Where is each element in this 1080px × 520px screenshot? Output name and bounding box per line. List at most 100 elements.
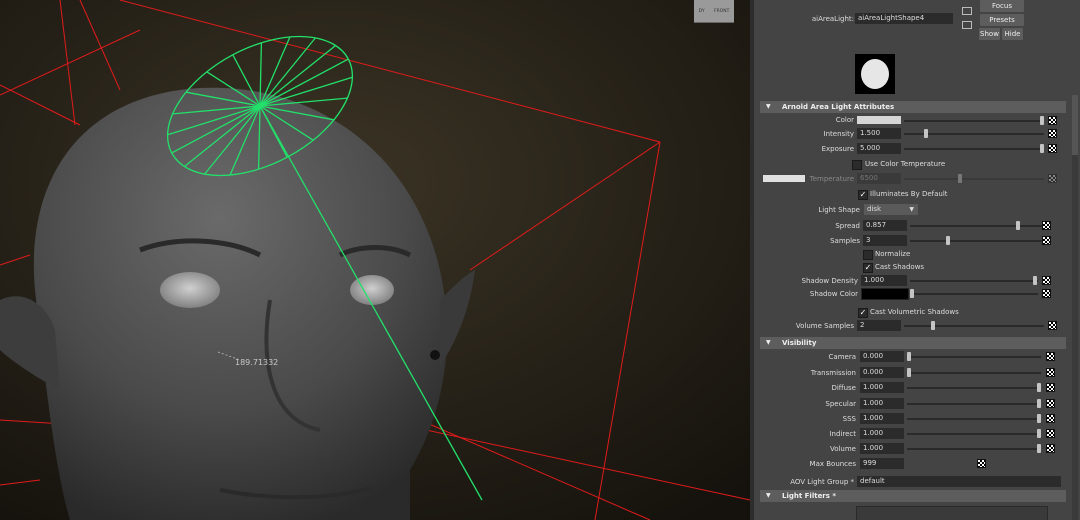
- temperature-label: Temperature: [809, 175, 854, 183]
- specular-slider-handle[interactable]: [1037, 399, 1041, 408]
- color-slider-handle[interactable]: [1040, 116, 1044, 125]
- camera-slider-handle[interactable]: [907, 352, 911, 361]
- volume-field[interactable]: 1.000: [860, 443, 904, 454]
- volume-samples-slider-handle[interactable]: [931, 321, 935, 330]
- exposure-slider-track[interactable]: [904, 148, 1044, 150]
- indirect-slider-track[interactable]: [907, 433, 1041, 435]
- presets-button[interactable]: Presets: [980, 14, 1024, 26]
- transmission-slider-handle[interactable]: [907, 368, 911, 377]
- exposure-label: Exposure: [821, 145, 854, 153]
- light-shape-dropdown[interactable]: disk ▼: [864, 204, 918, 215]
- focus-button[interactable]: Focus: [980, 0, 1024, 12]
- cast-shadows-checkbox[interactable]: ✓: [863, 263, 873, 273]
- spread-field[interactable]: 0.857: [863, 220, 907, 231]
- max-bounces-field[interactable]: 999: [860, 458, 904, 469]
- normalize-checkbox[interactable]: [863, 250, 873, 260]
- light-filters-list[interactable]: [856, 506, 1048, 520]
- shadow-color-slider-handle[interactable]: [910, 289, 914, 298]
- volume-label: Volume: [829, 445, 856, 453]
- shadow-density-slider-track[interactable]: [910, 280, 1038, 282]
- indirect-map-button-icon[interactable]: [1046, 429, 1055, 438]
- panel-scrollbar[interactable]: [1072, 95, 1078, 520]
- aov-light-group-field[interactable]: default: [857, 476, 1061, 487]
- cast-volumetric-shadows-label: Cast Volumetric Shadows: [870, 308, 959, 316]
- camera-map-button-icon[interactable]: [1046, 352, 1055, 361]
- transmission-field[interactable]: 0.000: [860, 367, 904, 378]
- max-bounces-label: Max Bounces: [809, 460, 856, 468]
- show-button[interactable]: Show: [979, 28, 1000, 40]
- color-slider-track[interactable]: [904, 120, 1044, 122]
- use-color-temperature-checkbox[interactable]: [852, 160, 862, 170]
- volume-samples-field[interactable]: 2: [857, 320, 901, 331]
- transmission-slider-track[interactable]: [907, 372, 1041, 374]
- samples-map-button-icon[interactable]: [1042, 236, 1051, 245]
- samples-slider-track[interactable]: [910, 240, 1044, 242]
- samples-slider-handle[interactable]: [946, 236, 950, 245]
- color-map-button-icon[interactable]: [1048, 116, 1057, 125]
- sss-map-button-icon[interactable]: [1046, 414, 1055, 423]
- node-type-label: aiAreaLight:: [811, 15, 854, 23]
- section-arnold-area-light[interactable]: ▼ Arnold Area Light Attributes: [760, 101, 1066, 113]
- diffuse-slider-handle[interactable]: [1037, 383, 1041, 392]
- collapse-icon: ▼: [766, 492, 771, 499]
- color-swatch[interactable]: [857, 116, 901, 124]
- view-cube[interactable]: DY FRONT: [694, 0, 734, 23]
- shadow-color-swatch[interactable]: [861, 288, 909, 300]
- exposure-field[interactable]: 5.000: [857, 143, 901, 154]
- intensity-field[interactable]: 1.500: [857, 128, 901, 139]
- spread-slider-handle[interactable]: [1016, 221, 1020, 230]
- indirect-field[interactable]: 1.000: [860, 428, 904, 439]
- scrollbar-thumb[interactable]: [1072, 95, 1078, 155]
- camera-slider-track[interactable]: [907, 356, 1041, 358]
- focus-output-icon[interactable]: [962, 21, 972, 29]
- specular-slider-track[interactable]: [907, 403, 1041, 405]
- shadow-color-map-button-icon[interactable]: [1042, 289, 1051, 298]
- focus-input-icon[interactable]: [962, 7, 972, 15]
- exposure-map-button-icon[interactable]: [1048, 144, 1057, 153]
- view-cube-left-face: DY: [698, 8, 705, 14]
- exposure-slider-handle[interactable]: [1040, 144, 1044, 153]
- shadow-density-field[interactable]: 1.000: [861, 275, 907, 286]
- node-name-field[interactable]: aiAreaLightShape4: [855, 13, 953, 24]
- camera-field[interactable]: 0.000: [860, 351, 904, 362]
- illuminates-by-default-checkbox[interactable]: ✓: [858, 190, 868, 200]
- specular-field[interactable]: 1.000: [860, 398, 904, 409]
- indirect-slider-handle[interactable]: [1037, 429, 1041, 438]
- shadow-density-slider-handle[interactable]: [1033, 276, 1037, 285]
- max-bounces-map-button-icon[interactable]: [977, 459, 986, 468]
- spread-map-button-icon[interactable]: [1042, 221, 1051, 230]
- hide-button[interactable]: Hide: [1002, 28, 1023, 40]
- transmission-map-button-icon[interactable]: [1046, 368, 1055, 377]
- indirect-label: Indirect: [829, 430, 856, 438]
- light-shape-value: disk: [867, 205, 882, 213]
- sss-field[interactable]: 1.000: [860, 413, 904, 424]
- diffuse-label: Diffuse: [831, 384, 856, 392]
- temperature-field: 6500: [857, 173, 901, 184]
- volume-samples-slider-track[interactable]: [904, 325, 1044, 327]
- cast-volumetric-shadows-checkbox[interactable]: ✓: [858, 308, 868, 318]
- volume-slider-track[interactable]: [907, 448, 1041, 450]
- section-visibility[interactable]: ▼ Visibility: [760, 337, 1066, 349]
- volume-samples-map-button-icon[interactable]: [1048, 321, 1057, 330]
- diffuse-slider-track[interactable]: [907, 387, 1041, 389]
- volume-samples-label: Volume Samples: [795, 322, 854, 330]
- sss-slider-track[interactable]: [907, 418, 1041, 420]
- intensity-map-button-icon[interactable]: [1048, 129, 1057, 138]
- volume-slider-handle[interactable]: [1037, 444, 1041, 453]
- shadow-color-slider-track[interactable]: [910, 293, 1038, 295]
- diffuse-field[interactable]: 1.000: [860, 382, 904, 393]
- spread-slider-track[interactable]: [910, 225, 1044, 227]
- intensity-slider-handle[interactable]: [924, 129, 928, 138]
- samples-field[interactable]: 3: [863, 235, 907, 246]
- sss-slider-handle[interactable]: [1037, 414, 1041, 423]
- diffuse-map-button-icon[interactable]: [1046, 383, 1055, 392]
- shadow-density-map-button-icon[interactable]: [1042, 276, 1051, 285]
- specular-label: Specular: [825, 400, 856, 408]
- viewport-3d[interactable]: 189.71332 DY FRONT: [0, 0, 750, 520]
- camera-label: Camera: [828, 353, 856, 361]
- specular-map-button-icon[interactable]: [1046, 399, 1055, 408]
- intensity-label: Intensity: [823, 130, 854, 138]
- section-light-filters[interactable]: ▼ Light Filters *: [760, 490, 1066, 502]
- shadow-density-label: Shadow Density: [801, 277, 858, 285]
- volume-map-button-icon[interactable]: [1046, 444, 1055, 453]
